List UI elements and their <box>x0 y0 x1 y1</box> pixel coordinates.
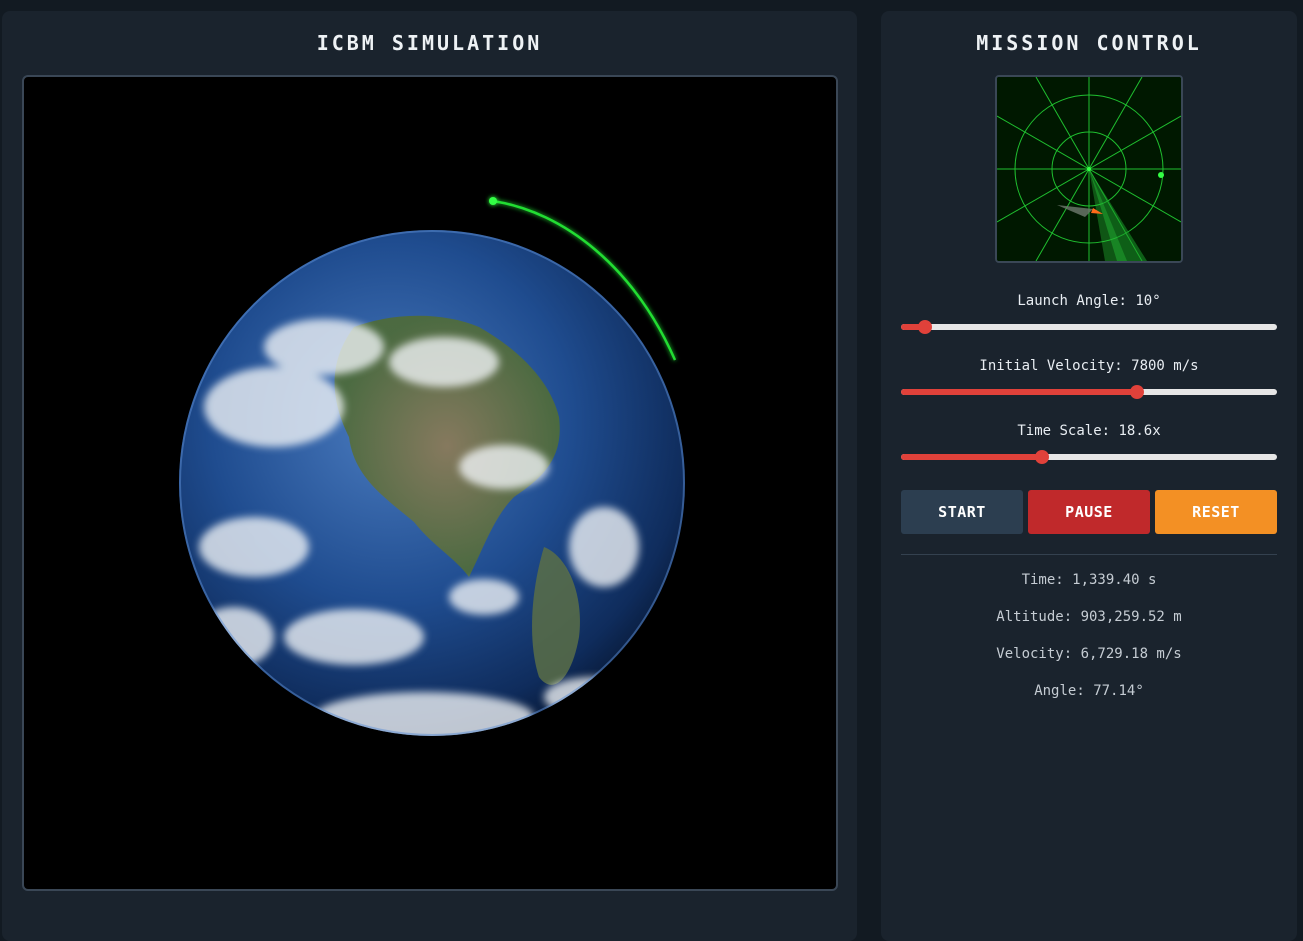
time-scale-label: Time Scale: 18.6x <box>1017 423 1161 439</box>
time-scale-control: Time Scale: 18.6x <box>901 423 1277 464</box>
initial-velocity-fill <box>901 389 1137 395</box>
stats-divider <box>901 554 1277 555</box>
pause-button[interactable]: PAUSE <box>1028 490 1150 534</box>
mission-control-panel: MISSION CONTROL Launch Angle: 10° Initia… <box>881 11 1297 941</box>
initial-velocity-slider[interactable] <box>901 385 1277 399</box>
radar-display <box>995 75 1183 263</box>
simulation-panel: ICBM SIMULATION <box>2 11 857 941</box>
time-scale-slider[interactable] <box>901 450 1277 464</box>
velocity-readout: Velocity: 6,729.18 m/s <box>996 646 1182 662</box>
launch-angle-control: Launch Angle: 10° <box>901 293 1277 334</box>
start-button[interactable]: START <box>901 490 1023 534</box>
reset-button[interactable]: RESET <box>1155 490 1277 534</box>
launch-angle-label: Launch Angle: 10° <box>1017 293 1161 309</box>
initial-velocity-control: Initial Velocity: 7800 m/s <box>901 358 1277 399</box>
angle-readout: Angle: 77.14° <box>1034 683 1144 699</box>
time-scale-thumb[interactable] <box>1034 450 1049 464</box>
initial-velocity-thumb[interactable] <box>1129 385 1144 399</box>
time-readout: Time: 1,339.40 s <box>1021 572 1157 588</box>
simulation-title: ICBM SIMULATION <box>316 31 543 55</box>
simulation-scene <box>179 197 685 736</box>
simulation-canvas[interactable] <box>22 75 838 891</box>
radar-scope <box>997 77 1181 261</box>
missile-marker <box>489 197 497 205</box>
earth-globe <box>179 230 685 736</box>
time-scale-fill <box>901 454 1042 460</box>
initial-velocity-label: Initial Velocity: 7800 m/s <box>979 358 1199 374</box>
launch-angle-thumb[interactable] <box>918 320 933 334</box>
mission-control-title: MISSION CONTROL <box>976 31 1202 55</box>
simulation-button-row: START PAUSE RESET <box>901 490 1277 534</box>
launch-angle-slider[interactable] <box>901 320 1277 334</box>
altitude-readout: Altitude: 903,259.52 m <box>996 609 1182 625</box>
radar-contact-dot <box>1158 172 1164 178</box>
